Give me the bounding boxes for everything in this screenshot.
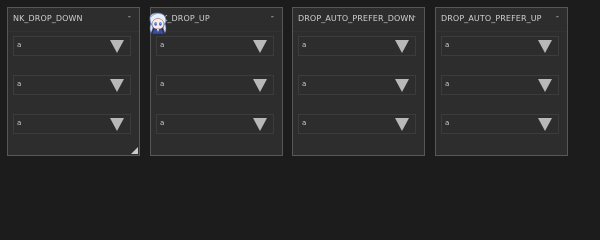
combo-box[interactable]: a — [441, 36, 559, 56]
combo-box[interactable]: a — [156, 114, 274, 134]
combo-box[interactable]: a — [441, 114, 559, 134]
combo-box[interactable]: a — [13, 75, 131, 95]
combo-box[interactable]: a — [13, 36, 131, 56]
combo-value: a — [302, 80, 307, 88]
combo-value: a — [445, 41, 450, 49]
combo-box[interactable]: a — [156, 75, 274, 95]
combo-value: a — [302, 41, 307, 49]
window-titlebar[interactable]: DROP_AUTO_PREFER_UP - — [436, 8, 567, 32]
combo-value: a — [445, 119, 450, 127]
combo-value: a — [302, 119, 307, 127]
triangle-down-icon[interactable] — [538, 118, 552, 131]
window-titlebar[interactable]: NK_DROP_UP - — [151, 8, 282, 32]
combo-box[interactable]: a — [156, 36, 274, 56]
combo-box[interactable]: a — [441, 75, 559, 95]
triangle-down-icon[interactable] — [538, 40, 552, 53]
triangle-down-icon[interactable] — [110, 118, 124, 131]
window-titlebar[interactable]: NK_DROP_DOWN - — [8, 8, 139, 32]
combo-value: a — [17, 41, 22, 49]
window-title: NK_DROP_DOWN — [13, 14, 83, 23]
triangle-down-icon[interactable] — [253, 79, 267, 92]
minimize-button[interactable]: - — [128, 13, 131, 22]
window-nk-drop-down[interactable]: NK_DROP_DOWN - a a a — [7, 7, 140, 156]
window-titlebar[interactable]: DROP_AUTO_PREFER_DOWN - — [293, 8, 424, 32]
resize-grip-icon[interactable] — [131, 147, 138, 154]
anime-character-cursor-icon — [149, 12, 167, 35]
triangle-down-icon[interactable] — [538, 79, 552, 92]
combo-value: a — [160, 41, 165, 49]
combo-value: a — [445, 80, 450, 88]
combo-box[interactable]: a — [298, 75, 416, 95]
triangle-down-icon[interactable] — [110, 79, 124, 92]
combo-value: a — [160, 80, 165, 88]
triangle-down-icon[interactable] — [253, 40, 267, 53]
combo-box[interactable]: a — [298, 36, 416, 56]
minimize-button[interactable]: - — [413, 13, 416, 22]
minimize-button[interactable]: - — [556, 13, 559, 22]
triangle-down-icon[interactable] — [395, 79, 409, 92]
window-drop-auto-prefer-up[interactable]: DROP_AUTO_PREFER_UP - a a a — [435, 7, 568, 156]
combo-box[interactable]: a — [13, 114, 131, 134]
window-title: DROP_AUTO_PREFER_DOWN — [298, 14, 415, 23]
combo-value: a — [17, 119, 22, 127]
app-canvas: NK_DROP_DOWN - a a a NK_DROP_UP - a a a … — [0, 0, 600, 240]
window-title: DROP_AUTO_PREFER_UP — [441, 14, 542, 23]
triangle-down-icon[interactable] — [110, 40, 124, 53]
triangle-down-icon[interactable] — [253, 118, 267, 131]
triangle-down-icon[interactable] — [395, 118, 409, 131]
combo-value: a — [17, 80, 22, 88]
combo-value: a — [160, 119, 165, 127]
window-nk-drop-up[interactable]: NK_DROP_UP - a a a — [150, 7, 283, 156]
triangle-down-icon[interactable] — [395, 40, 409, 53]
minimize-button[interactable]: - — [271, 13, 274, 22]
window-drop-auto-prefer-down[interactable]: DROP_AUTO_PREFER_DOWN - a a a — [292, 7, 425, 156]
combo-box[interactable]: a — [298, 114, 416, 134]
